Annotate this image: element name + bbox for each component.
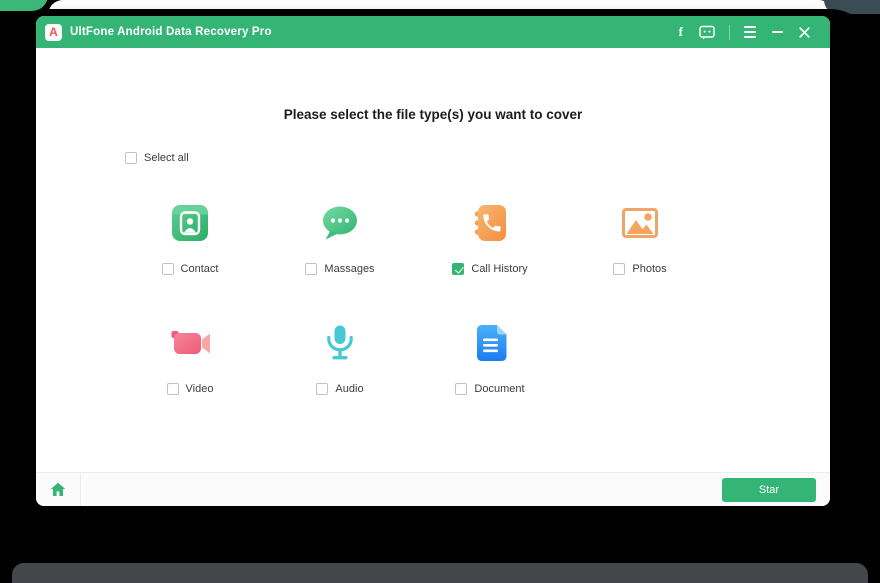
filetype-row-call-history: Call History [452,263,527,275]
filetype-cell-contact: Contact [115,198,265,275]
minimize-icon [772,31,783,33]
titlebar[interactable]: A UltFone Android Data Recovery Pro f [36,16,830,48]
checkbox-photos[interactable] [613,263,625,275]
filetype-label-massages: Massages [324,263,374,275]
facebook-button[interactable]: f [671,16,691,48]
document-icon [465,318,515,368]
facebook-icon: f [679,24,683,40]
window-title: UltFone Android Data Recovery Pro [70,26,272,38]
checkbox-contact[interactable] [162,263,174,275]
filetype-row-contact: Contact [162,263,219,275]
video-camera-icon [165,318,215,368]
select-all-label: Select all [144,152,189,164]
titlebar-controls: f [671,16,818,48]
minimize-button[interactable] [764,16,791,48]
call-book-icon [465,198,515,248]
microphone-icon [315,318,365,368]
photo-frame-icon [615,198,665,248]
select-all-row: Select all [125,152,189,164]
checkbox-audio[interactable] [316,383,328,395]
app-logo: A [45,24,62,41]
menu-icon [744,26,756,37]
contact-book-icon [165,198,215,248]
checkbox-video[interactable] [167,383,179,395]
filetype-cell-call-history: Call History [415,198,565,275]
filetype-row-photos: Photos [613,263,666,275]
close-button[interactable] [791,16,818,48]
filetype-cell-video: Video [115,318,265,395]
menu-button[interactable] [736,16,764,48]
select-all-checkbox[interactable] [125,152,137,164]
filetype-row-video: Video [167,383,214,395]
filetype-cell-document: Document [415,318,565,395]
feedback-icon [699,25,715,40]
filetype-label-contact: Contact [181,263,219,275]
home-icon [50,482,66,497]
filetype-label-document: Document [474,383,524,395]
filetype-row-massages: Massages [305,263,374,275]
filetype-label-video: Video [186,383,214,395]
home-button[interactable] [36,473,81,506]
app-window: A UltFone Android Data Recovery Pro f [36,16,830,506]
titlebar-separator [729,25,730,40]
app-logo-letter: A [49,26,58,38]
filetype-cell-photos: Photos [565,198,715,275]
checkbox-massages[interactable] [305,263,317,275]
start-button[interactable]: Star [722,478,816,502]
page-title: Please select the file type(s) you want … [36,107,830,122]
filetype-label-call-history: Call History [471,263,527,275]
checkbox-document[interactable] [455,383,467,395]
filetype-label-photos: Photos [632,263,666,275]
filetype-row-audio: Audio [316,383,363,395]
content-area: Please select the file type(s) you want … [36,48,830,472]
page-background: A UltFone Android Data Recovery Pro f [0,0,880,570]
close-icon [799,27,810,38]
filetype-cell-audio: Audio [265,318,415,395]
filetype-cell-massages: Massages [265,198,415,275]
chat-bubble-icon [315,198,365,248]
filetype-label-audio: Audio [335,383,363,395]
filetype-row-document: Document [455,383,524,395]
background-card-bottom [12,563,868,583]
checkbox-call-history[interactable] [452,263,464,275]
footer-bar: Star [36,472,830,506]
feedback-button[interactable] [691,16,723,48]
